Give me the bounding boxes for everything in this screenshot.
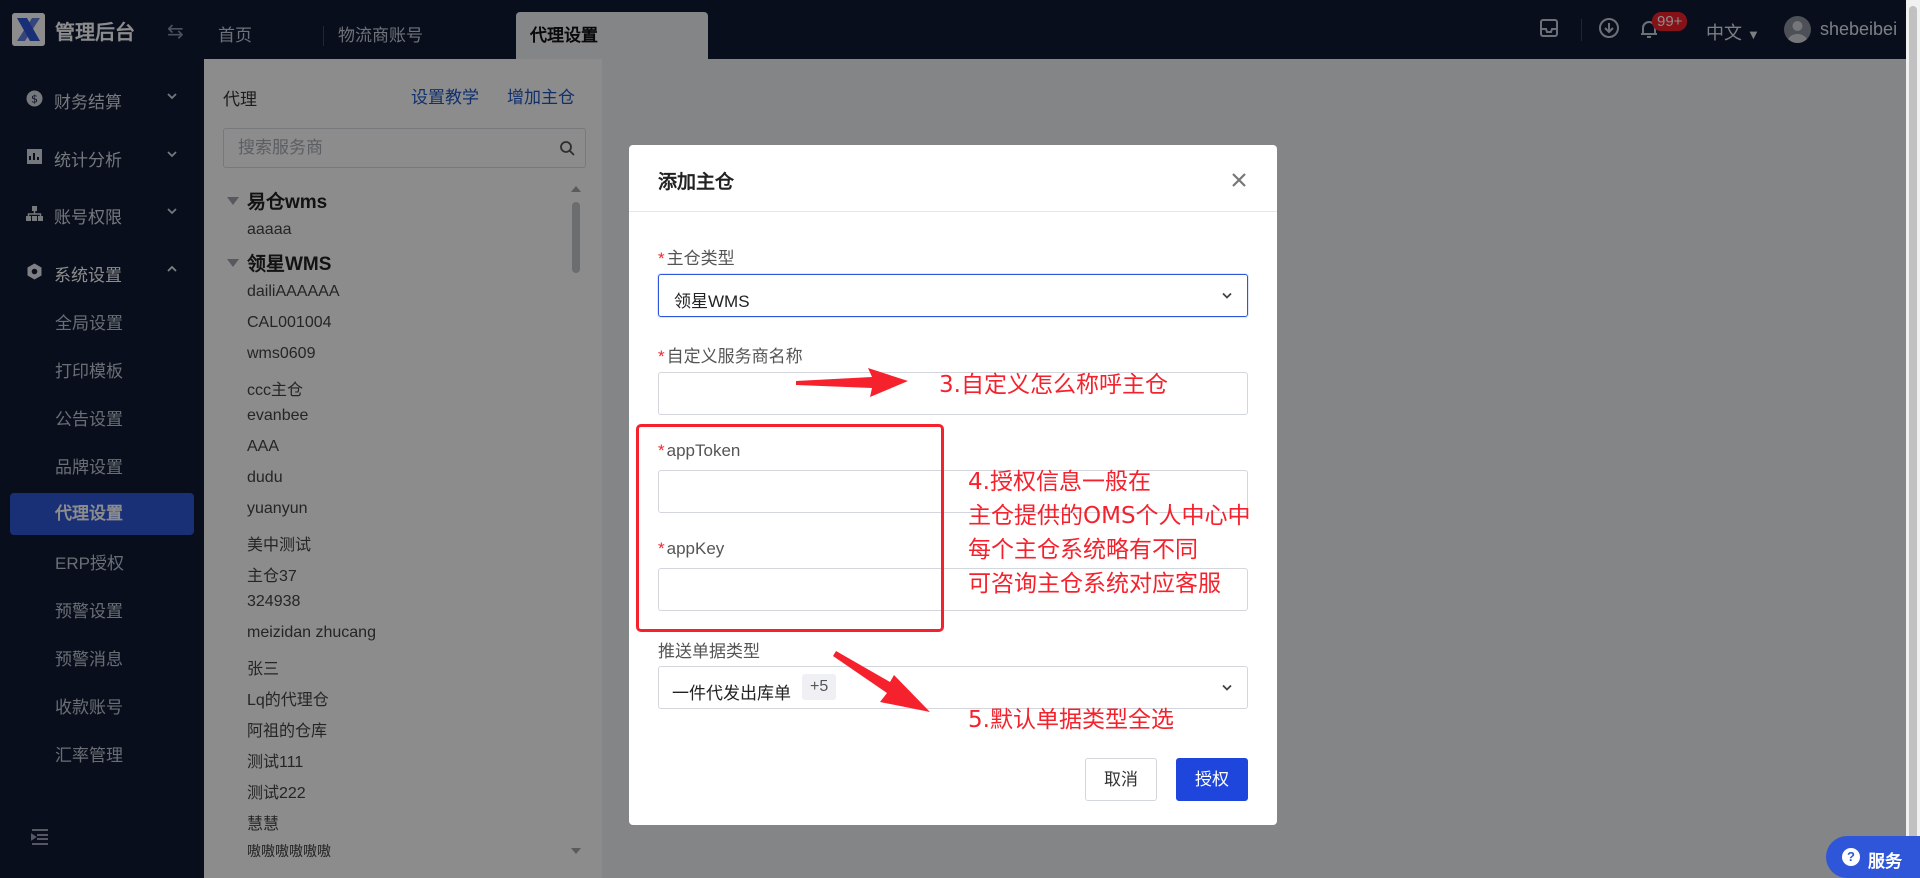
warehouse-type-value: 领星WMS [674,292,750,311]
chevron-down-icon [1222,292,1232,299]
doc-type-tag-text: 一件代发出库单 [672,684,791,703]
cancel-button[interactable]: 取消 [1085,758,1157,801]
dialog-divider [629,211,1277,212]
more-count-tag: +5 [802,674,837,700]
service-label: 服务 [1868,852,1902,871]
annotation-4-line1: 4.授权信息一般在 [968,469,1151,495]
close-icon[interactable] [1230,171,1248,189]
page-scrollbar-thumb[interactable] [1909,6,1917,858]
authorize-button[interactable]: 授权 [1176,758,1248,801]
page-scrollbar[interactable] [1906,0,1920,878]
chevron-down-icon [1222,684,1232,691]
customer-service-button[interactable]: ? 服务 [1826,836,1920,878]
warehouse-type-label: * 主仓类型 [658,249,735,268]
annotation-4-line2: 主仓提供的OMS个人中心中 [968,503,1251,529]
provider-name-label: * 自定义服务商名称 [658,347,803,366]
annotation-box [636,424,944,632]
help-icon: ? [1842,848,1860,866]
warehouse-type-select[interactable]: 领星WMS [658,274,1248,317]
push-doc-type-label: 推送单据类型 [658,642,760,661]
annotation-4-line3: 每个主仓系统略有不同 [968,537,1198,563]
annotation-3: 3.自定义怎么称呼主仓 [939,372,1168,398]
dialog-title: 添加主仓 [658,172,735,193]
annotation-4-line4: 可咨询主仓系统对应客服 [968,571,1221,597]
annotation-5: 5.默认单据类型全选 [968,707,1174,733]
